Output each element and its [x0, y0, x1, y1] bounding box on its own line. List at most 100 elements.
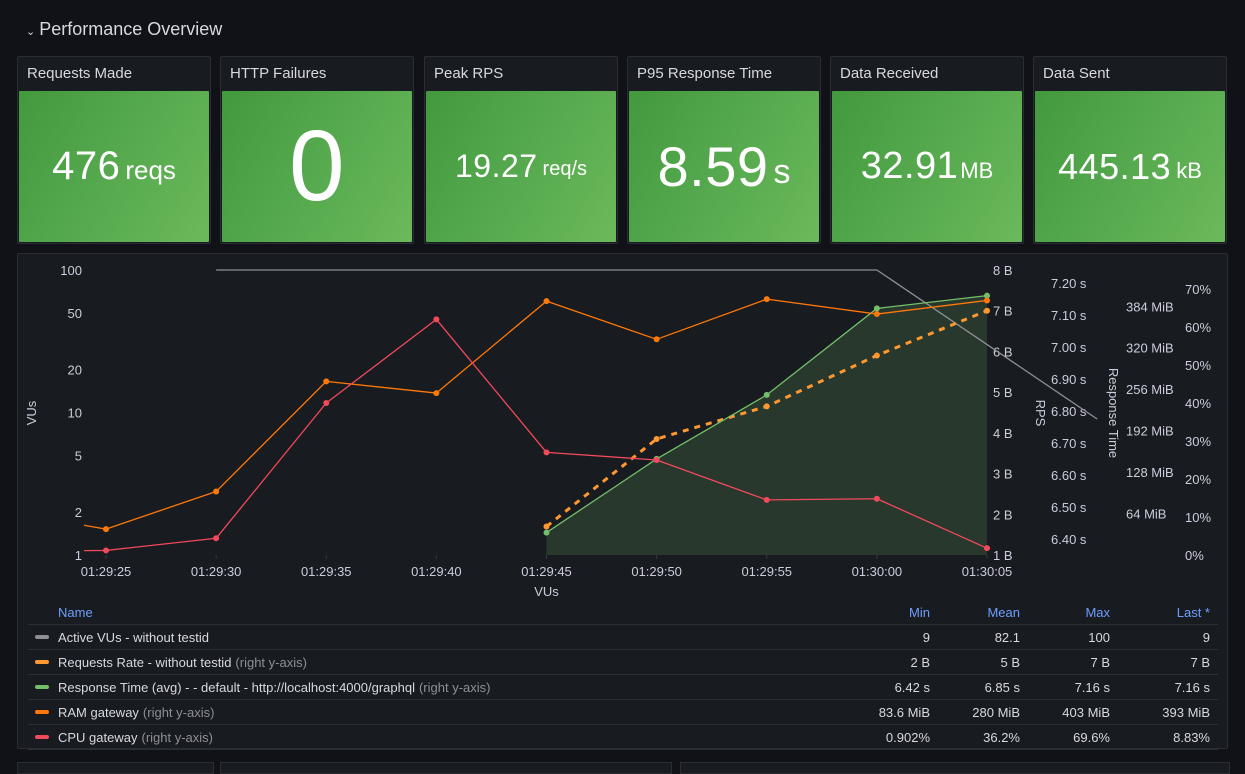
cpu-y-tick-label: 40%: [1185, 396, 1211, 411]
stat-panel-http-failures[interactable]: HTTP Failures 0: [220, 56, 414, 244]
legend-header-min[interactable]: Min: [840, 605, 930, 620]
data-point: [653, 435, 660, 442]
row-collapse-toggle[interactable]: ⌄ Performance Overview: [26, 19, 222, 40]
data-point: [763, 391, 770, 398]
stat-unit: reqs: [125, 155, 176, 185]
timeseries-panel[interactable]: 01:29:25 01:29:30 01:29:35 01:29:40 01:29:45…: [17, 253, 1228, 750]
x-tick-label: 01:29:25: [81, 564, 132, 579]
next-panel-edge: [680, 762, 1230, 774]
stat-panel-data-sent[interactable]: Data Sent 445.13 kB: [1033, 56, 1227, 244]
series-max: 7.16 s: [1074, 679, 1110, 695]
data-point: [873, 352, 880, 359]
ram-y-tick-label: 256 MiB: [1126, 382, 1174, 397]
ram-y-tick-label: 320 MiB: [1126, 341, 1174, 356]
series-label: Active VUs - without testid: [58, 629, 209, 645]
stat-panel-data-received[interactable]: Data Received 32.91 MB: [830, 56, 1024, 244]
data-point: [873, 305, 880, 312]
stat-value-tile: 8.59 s: [629, 91, 819, 242]
left-y-tick-label: 10: [68, 406, 82, 421]
legend-series-name[interactable]: Active VUs - without testid: [28, 630, 840, 645]
legend-series-name[interactable]: CPU gateway (right y-axis): [28, 730, 840, 745]
panel-title: HTTP Failures: [230, 65, 327, 82]
series-axis-note: (right y-axis): [142, 704, 215, 720]
legend-row[interactable]: Response Time (avg) - - default - http:/…: [28, 674, 1218, 699]
cpu-y-tick-label: 60%: [1185, 320, 1211, 335]
resp-y-tick-label: 6.50 s: [1051, 500, 1087, 515]
legend-header-mean[interactable]: Mean: [930, 605, 1020, 620]
resp-y-tick-label: 6.70 s: [1051, 436, 1087, 451]
rps-y-tick-label: 5 B: [993, 385, 1013, 400]
series-color-swatch[interactable]: [35, 660, 49, 664]
legend-row[interactable]: Requests Rate - without testid (right y-…: [28, 649, 1218, 674]
data-point: [103, 547, 109, 554]
next-panel-edge: [220, 762, 672, 774]
stat-value-tile: 476 reqs: [19, 91, 209, 242]
stat-value: 0: [288, 110, 346, 222]
legend-row[interactable]: Active VUs - without testid 9 82.1 100 9: [28, 624, 1218, 649]
ram-y-tick-label: 192 MiB: [1126, 424, 1174, 439]
rps-y-tick-label: 8 B: [993, 263, 1013, 278]
stat-panel-requests-made[interactable]: Requests Made 476 reqs: [17, 56, 211, 244]
series-last: 7.16 s: [1174, 679, 1210, 695]
data-point: [433, 316, 440, 323]
panel-title: Data Received: [840, 65, 939, 82]
left-y-tick-label: 100: [60, 263, 82, 278]
series-min: 9: [922, 629, 930, 645]
stat-panel-p95-response-time[interactable]: P95 Response Time 8.59 s: [627, 56, 821, 244]
resp-y-tick-label: 7.20 s: [1051, 276, 1087, 291]
series-area-fill: [546, 295, 987, 555]
stat-value-tile: 445.13 kB: [1035, 91, 1225, 242]
rps-y-tick-label: 4 B: [993, 426, 1013, 441]
resp-y-tick-label: 7.00 s: [1051, 340, 1087, 355]
series-axis-note: (right y-axis): [141, 729, 213, 745]
data-point: [984, 297, 990, 304]
data-point: [653, 457, 660, 463]
series-color-swatch[interactable]: [35, 685, 49, 689]
legend-series-name[interactable]: RAM gateway (right y-axis): [28, 705, 840, 720]
legend-series-name[interactable]: Requests Rate - without testid (right y-…: [28, 655, 840, 670]
legend-row[interactable]: RAM gateway (right y-axis) 83.6 MiB 280 …: [28, 699, 1218, 724]
timeseries-chart[interactable]: 01:29:25 01:29:30 01:29:35 01:29:40 01:29:45…: [18, 254, 1227, 599]
legend-row[interactable]: CPU gateway (right y-axis) 0.902% 36.2% …: [28, 724, 1218, 750]
series-color-swatch[interactable]: [35, 735, 49, 739]
x-tick-label: 01:29:50: [631, 564, 682, 579]
data-point: [763, 296, 770, 303]
x-tick-label: 01:30:00: [852, 564, 903, 579]
data-point: [543, 523, 550, 530]
series-color-swatch[interactable]: [35, 710, 49, 714]
resp-y-tick-label: 6.40 s: [1051, 532, 1087, 547]
series-mean: 82.1: [994, 629, 1020, 645]
x-tick-label: 01:29:45: [521, 564, 572, 579]
x-axis-label: VUs: [534, 584, 559, 599]
stat-value: 19.27: [454, 148, 538, 184]
left-y-tick-label: 2: [75, 505, 82, 520]
series-color-swatch[interactable]: [35, 635, 49, 639]
left-y-tick-label: 50: [68, 306, 82, 321]
resp-y-tick-label: 6.90 s: [1051, 372, 1087, 387]
legend-header-last[interactable]: Last *: [1110, 605, 1218, 620]
stat-panel-peak-rps[interactable]: Peak RPS 19.27 req/s: [424, 56, 618, 244]
legend-header: Name Min Mean Max Last *: [28, 600, 1218, 624]
series-min: 6.42 s: [894, 679, 930, 695]
x-tick-label: 01:29:55: [741, 564, 792, 579]
rps-y-tick-label: 7 B: [993, 304, 1013, 319]
series-max: 100: [1088, 629, 1110, 645]
series-max: 69.6%: [1073, 729, 1110, 745]
x-tick-label: 01:29:35: [301, 564, 352, 579]
cpu-y-tick-label: 70%: [1185, 282, 1211, 297]
legend-series-name[interactable]: Response Time (avg) - - default - http:/…: [28, 680, 840, 695]
cpu-y-tick-label: 30%: [1185, 434, 1211, 449]
rps-y-tick-label: 1 B: [993, 548, 1013, 563]
data-point: [323, 400, 330, 406]
series-axis-note: (right y-axis): [418, 679, 491, 695]
cpu-y-tick-label: 10%: [1185, 510, 1211, 525]
series-max: 7 B: [1090, 654, 1110, 670]
legend-header-name[interactable]: Name: [28, 605, 840, 620]
series-mean: 5 B: [1000, 654, 1020, 670]
data-point: [323, 378, 330, 385]
stat-value: 476: [52, 144, 121, 188]
series-axis-note: (right y-axis): [235, 654, 307, 670]
rps-y-axis-label: RPS: [1033, 400, 1048, 427]
stat-value-tile: 0: [222, 91, 412, 242]
legend-header-max[interactable]: Max: [1020, 605, 1110, 620]
